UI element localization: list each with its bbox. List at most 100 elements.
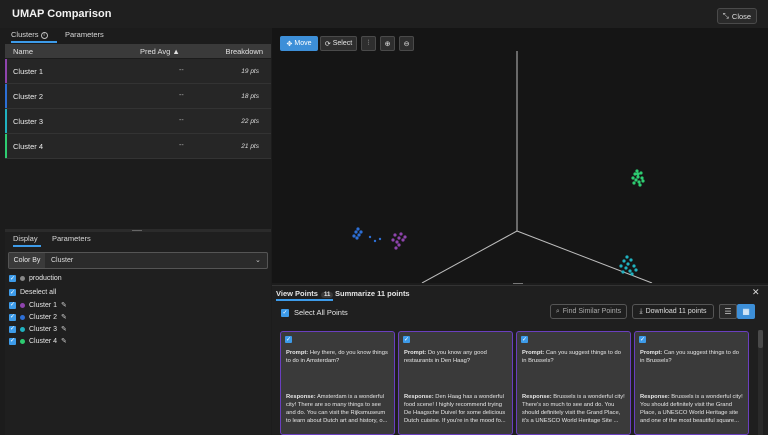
lasso-icon: ⟳ (324, 40, 331, 48)
move-button[interactable]: ✥ Move (280, 36, 318, 51)
deselect-all[interactable]: ✓ Deselect all (9, 289, 56, 296)
cluster-color-bar (5, 109, 7, 133)
card-response: Response: Amsterdam is a wonderful city!… (286, 393, 391, 425)
dataset-toggle[interactable]: ✓ production (9, 275, 62, 282)
close-icon[interactable]: ✕ (752, 287, 760, 298)
point-card[interactable]: ✓ Prompt: Can you suggest things to do i… (634, 331, 749, 435)
legend-item-cluster-4[interactable]: ✓ Cluster 4 ✎ (9, 337, 67, 345)
zoom-in-button[interactable]: ⊕ (380, 36, 395, 51)
grip-icon (132, 230, 142, 231)
checkbox-icon[interactable]: ✓ (281, 308, 289, 317)
checkbox-icon[interactable]: ✓ (521, 336, 528, 343)
sort-up-icon: ▲ (172, 47, 180, 56)
row-breakdown: 19 pts (241, 68, 259, 75)
cluster-color-dot (20, 326, 25, 332)
dataset-label: production (29, 275, 62, 282)
edit-icon[interactable]: ✎ (61, 337, 67, 345)
row-pred-avg: -- (179, 92, 184, 99)
table-row[interactable]: Cluster 2 -- 18 pts (5, 84, 271, 109)
search-icon: ⌕ (555, 307, 560, 315)
legend-item-cluster-3[interactable]: ✓ Cluster 3 ✎ (9, 325, 67, 333)
table-row[interactable]: Cluster 3 -- 22 pts (5, 109, 271, 134)
display-tabs: Display Parameters (5, 233, 271, 247)
select-button[interactable]: ⟳ Select (320, 36, 357, 51)
scroll-thumb[interactable] (758, 330, 763, 348)
find-similar-button[interactable]: ⌕ Find Similar Points (550, 304, 627, 319)
umap-canvas[interactable] (272, 28, 768, 284)
tab-display[interactable]: Display (13, 233, 41, 247)
card-response: Response: Den Haag has a wonderful food … (404, 393, 509, 425)
move-icon: ✥ (286, 40, 293, 48)
umap-3d-plot[interactable] (272, 28, 768, 284)
checkbox-icon[interactable]: ✓ (639, 336, 646, 343)
grid-view-button[interactable]: ▦ (737, 304, 755, 319)
row-name: Cluster 1 (13, 67, 44, 76)
col-breakdown[interactable]: Breakdown (225, 47, 263, 56)
table-row[interactable]: Cluster 1 -- 19 pts (5, 59, 271, 84)
col-name[interactable]: Name (13, 47, 33, 56)
response-label: Response: (404, 394, 434, 400)
row-name: Cluster 3 (13, 117, 44, 126)
col-pred-avg[interactable]: Pred Avg ▲ (140, 47, 180, 56)
row-breakdown: 22 pts (241, 118, 259, 125)
checkbox-icon[interactable]: ✓ (9, 289, 16, 296)
tab-summarize[interactable]: Summarize 11 points (335, 289, 410, 301)
point-card[interactable]: ✓ Prompt: Hey there, do you know things … (280, 331, 395, 435)
checkbox-icon[interactable]: ✓ (403, 336, 410, 343)
point-card[interactable]: ✓ Prompt: Can you suggest things to do i… (516, 331, 631, 435)
zoom-out-button[interactable]: ⊖ (399, 36, 414, 51)
checkbox-icon[interactable]: ✓ (9, 275, 16, 282)
select-all-points[interactable]: ✓ Select All Points (281, 308, 348, 317)
list-view-button[interactable]: ☰ (719, 304, 737, 319)
view-points-label: View Points (276, 289, 318, 298)
edit-icon[interactable]: ✎ (61, 325, 67, 333)
cluster-color-dot (20, 302, 25, 308)
cluster-color-bar (5, 84, 7, 108)
col-pred-avg-label: Pred Avg (140, 47, 171, 56)
legend-item-cluster-2[interactable]: ✓ Cluster 2 ✎ (9, 313, 67, 321)
download-button[interactable]: ⤓ Download 11 points (632, 304, 714, 319)
legend-item-cluster-1[interactable]: ✓ Cluster 1 ✎ (9, 301, 67, 309)
edit-icon[interactable]: ✎ (61, 301, 67, 309)
edit-icon[interactable]: ✎ (61, 313, 67, 321)
download-label: Download 11 points (645, 308, 707, 315)
checkbox-icon[interactable]: ✓ (9, 337, 16, 345)
zoom-in-icon: ⊕ (384, 40, 391, 48)
checkbox-icon[interactable]: ✓ (9, 301, 16, 309)
close-button[interactable]: ⤡ Close (717, 8, 757, 24)
close-label: Close (731, 11, 752, 21)
legend-label: Cluster 2 (29, 313, 58, 321)
checkbox-icon[interactable]: ✓ (9, 325, 16, 333)
prompt-label: Prompt: (640, 350, 663, 356)
count-badge: 11 (320, 292, 334, 298)
response-label: Response: (522, 394, 552, 400)
tab-view-points[interactable]: View Points 11 (276, 289, 334, 301)
select-all-label: Select All Points (294, 308, 348, 317)
prompt-label: Prompt: (522, 350, 545, 356)
window-title: UMAP Comparison (12, 8, 112, 20)
info-icon: i (40, 31, 48, 39)
find-similar-label: Find Similar Points (562, 308, 622, 315)
tab-clusters-label: Clusters (11, 30, 39, 39)
color-by-value: Cluster (51, 257, 74, 264)
row-pred-avg: -- (179, 142, 184, 149)
tab-parameters[interactable]: Parameters (65, 29, 104, 43)
cluster-1-points (391, 232, 407, 250)
row-name: Cluster 4 (13, 142, 44, 151)
tab-display-parameters[interactable]: Parameters (52, 233, 91, 247)
color-by-label: Color By (9, 253, 45, 268)
table-header: Name Pred Avg ▲ Breakdown (5, 44, 271, 58)
checkbox-icon[interactable]: ✓ (285, 336, 292, 343)
checkbox-icon[interactable]: ✓ (9, 313, 16, 321)
tab-clusters[interactable]: Clusters i (11, 29, 57, 43)
table-row[interactable]: Cluster 4 -- 21 pts (5, 134, 271, 159)
select-label: Select (332, 40, 353, 47)
grip-icon[interactable] (513, 283, 523, 284)
card-prompt: Prompt: Hey there, do you know things to… (286, 349, 391, 365)
axes-settings-button[interactable]: ⫶ (361, 36, 376, 51)
color-by-select[interactable]: Color By Cluster ⌄ (8, 252, 268, 269)
cluster-color-bar (5, 59, 7, 83)
move-label: Move (294, 40, 312, 47)
point-card[interactable]: ✓ Prompt: Do you know any good restauran… (398, 331, 513, 435)
row-pred-avg: -- (179, 67, 184, 74)
